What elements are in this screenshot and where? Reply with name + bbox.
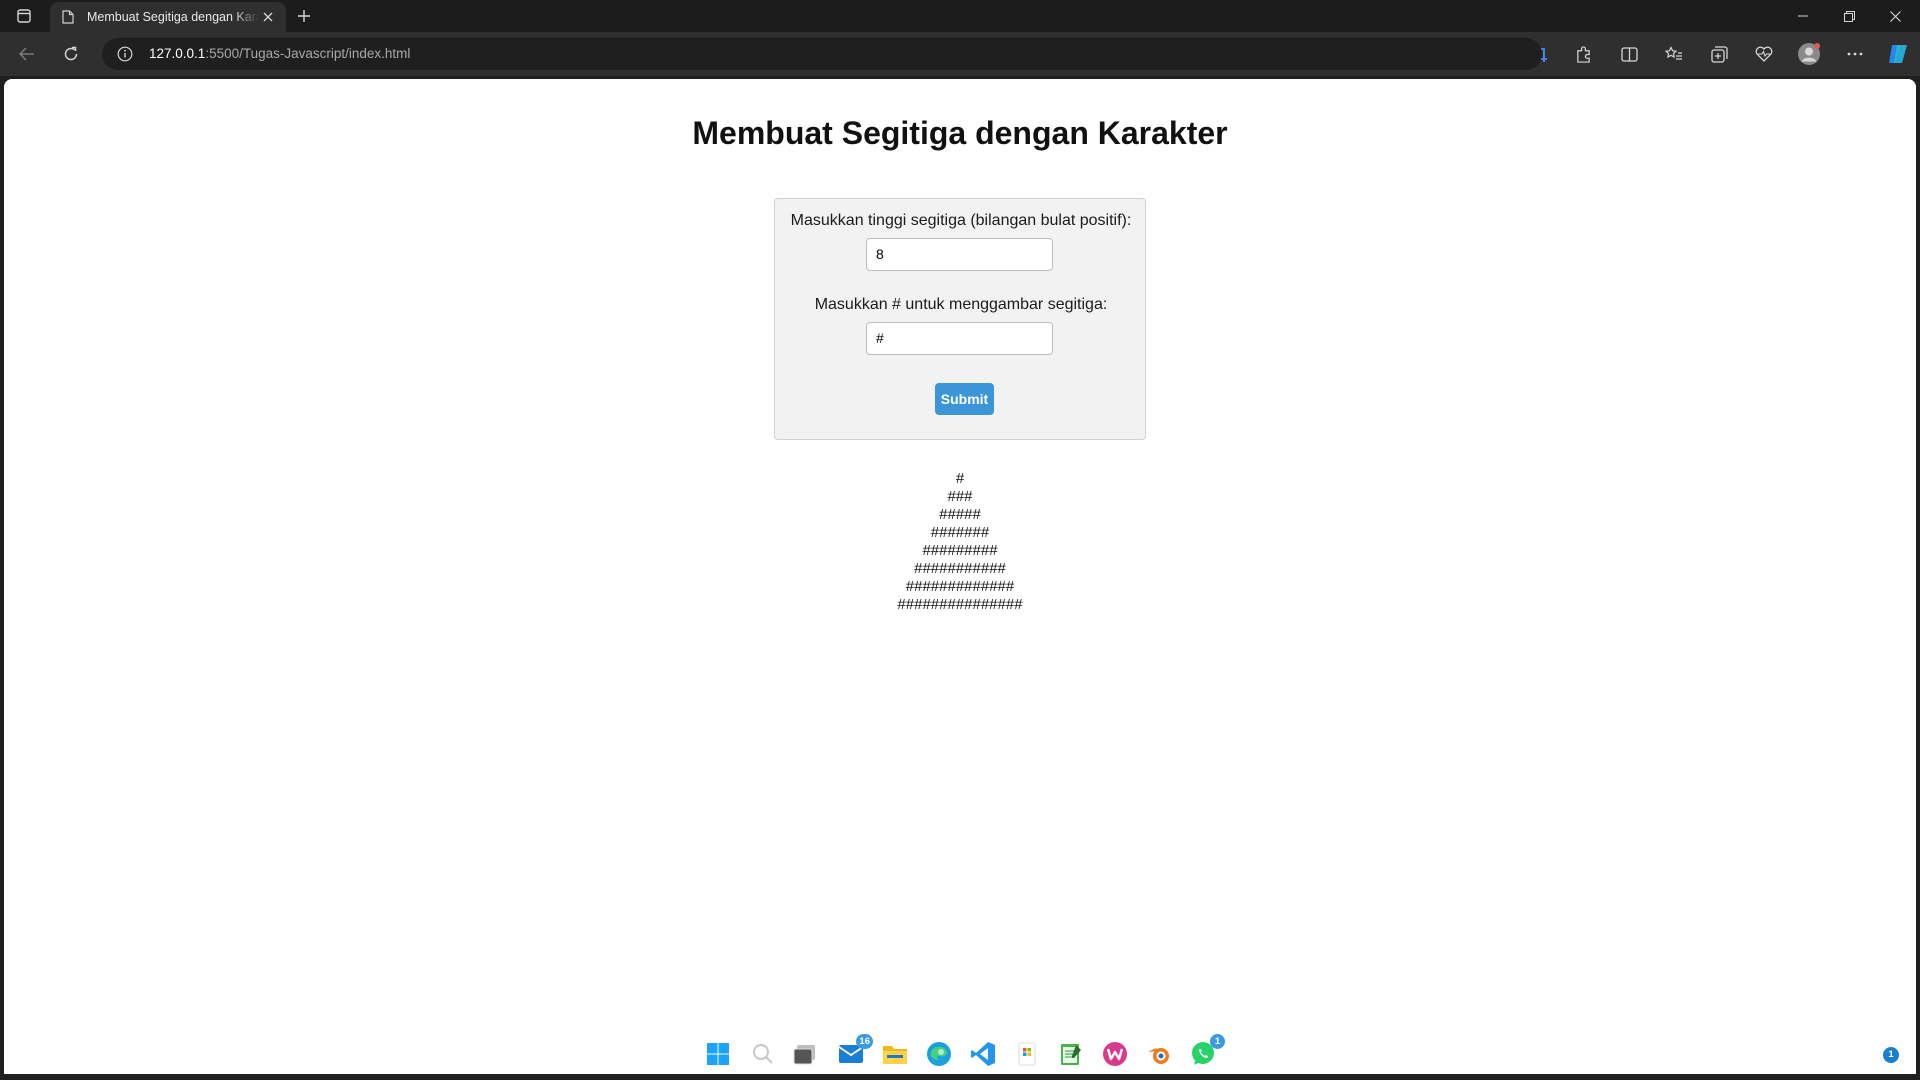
- more-options-icon[interactable]: [1840, 40, 1870, 68]
- extensions-icon[interactable]: [1568, 40, 1598, 68]
- split-screen-icon[interactable]: [1614, 40, 1644, 68]
- window-bottom-edge: [0, 1074, 1920, 1080]
- favorites-list-icon[interactable]: [1659, 40, 1689, 68]
- blender-icon[interactable]: [1144, 1039, 1174, 1069]
- height-input[interactable]: 8: [866, 238, 1053, 271]
- url-text[interactable]: 127.0.0.1:5500/Tugas-Javascript/index.ht…: [149, 46, 410, 61]
- browser-essentials-icon[interactable]: [1749, 40, 1779, 68]
- url-host: 127.0.0.1: [149, 46, 206, 61]
- search-icon[interactable]: [748, 1039, 778, 1069]
- site-info-icon[interactable]: [116, 45, 134, 63]
- triangle-output: # ### ##### ####### ######### ########### ####…: [4, 470, 1916, 614]
- restore-icon[interactable]: [1826, 0, 1872, 32]
- vscode-icon[interactable]: [968, 1039, 998, 1069]
- mail-badge: 16: [856, 1034, 873, 1049]
- notification-badge[interactable]: 1: [1883, 1047, 1899, 1063]
- tab-strip: Membuat Segitiga dengan Karakter: [0, 0, 1920, 32]
- address-bar[interactable]: 127.0.0.1:5500/Tugas-Javascript/index.ht…: [102, 38, 1542, 70]
- new-tab-icon[interactable]: [292, 5, 316, 27]
- file-explorer-icon[interactable]: [880, 1039, 910, 1069]
- triangle-row: ###############: [897, 596, 1023, 613]
- profile-avatar-icon[interactable]: [1794, 40, 1824, 68]
- refresh-icon[interactable]: [56, 40, 86, 68]
- task-view-icon[interactable]: [790, 1039, 820, 1069]
- whatsapp-badge: 1: [1210, 1034, 1225, 1049]
- page-title: Membuat Segitiga dengan Karakter: [692, 115, 1228, 151]
- triangle-row: ###: [947, 488, 973, 505]
- tab-actions-icon[interactable]: [12, 6, 36, 26]
- submit-button[interactable]: Submit: [935, 383, 994, 415]
- copilot-icon[interactable]: [1883, 40, 1913, 68]
- tab-title: Membuat Segitiga dengan Karakter: [87, 10, 259, 24]
- edge-icon[interactable]: [924, 1039, 954, 1069]
- height-label: Masukkan tinggi segitiga (bilangan bulat…: [790, 212, 1132, 229]
- close-window-icon[interactable]: [1872, 0, 1918, 32]
- mail-icon[interactable]: 16: [836, 1034, 873, 1069]
- triangle-row: #########: [922, 542, 998, 559]
- character-input[interactable]: #: [866, 322, 1053, 355]
- triangle-row: #: [955, 470, 965, 487]
- app-w-icon[interactable]: [1100, 1039, 1130, 1069]
- close-tab-icon[interactable]: [260, 9, 276, 25]
- triangle-row: #####: [939, 506, 981, 523]
- notepad-icon[interactable]: [1056, 1039, 1086, 1069]
- minimize-icon[interactable]: [1780, 0, 1826, 32]
- active-tab[interactable]: Membuat Segitiga dengan Karakter: [50, 2, 286, 32]
- triangle-row: #############: [905, 578, 1015, 595]
- triangle-row: ###########: [914, 560, 1006, 577]
- store-icon[interactable]: [1012, 1039, 1042, 1069]
- character-label: Masukkan # untuk menggambar segitiga:: [814, 296, 1108, 313]
- triangle-form: Masukkan tinggi segitiga (bilangan bulat…: [774, 198, 1146, 440]
- page-icon: [60, 9, 76, 25]
- collections-icon[interactable]: [1704, 40, 1734, 68]
- back-icon[interactable]: [12, 40, 42, 68]
- url-path: :5500/Tugas-Javascript/index.html: [205, 46, 411, 61]
- page-viewport: Membuat Segitiga dengan Karakter Masukka…: [4, 79, 1916, 1074]
- whatsapp-icon[interactable]: 1: [1188, 1034, 1225, 1069]
- triangle-row: #######: [930, 524, 990, 541]
- windows-start-icon[interactable]: [703, 1039, 733, 1069]
